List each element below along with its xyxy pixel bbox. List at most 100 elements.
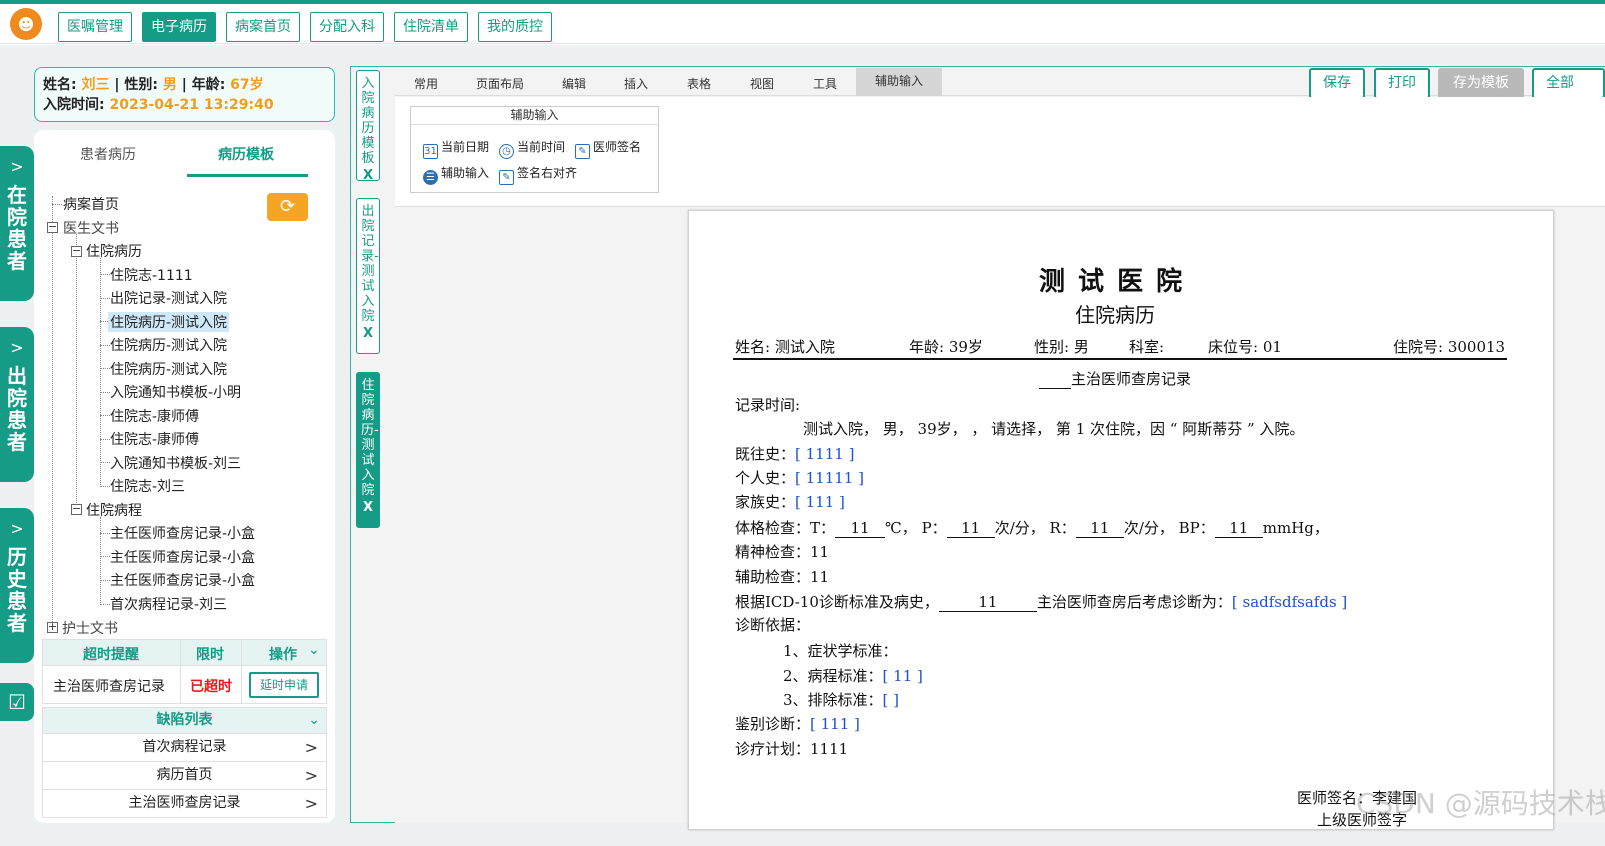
side-tab-history[interactable]: > 历史患者 [0,508,34,663]
tree-line [100,298,110,299]
list-item[interactable]: 首次病程记录 > [42,734,327,762]
record-time: 记录时间: [735,396,801,414]
user-avatar-icon[interactable]: ☻ [10,8,42,40]
input-field[interactable]: 11 [938,593,1037,612]
tree-node-template[interactable]: 主任医师查房记录-小盒 [110,523,255,543]
nav-tab-quality[interactable]: 我的质控 [478,12,552,42]
admit-label: 入院时间: [43,97,105,113]
tree-node-template-selected[interactable]: 住院病历-测试入院 [108,312,230,332]
blood-pressure-field[interactable]: 11 [1214,519,1263,538]
list-item[interactable]: 病历首页 > [42,762,327,790]
record-intro: 测试入院， 男， 39岁， ， 请选择， 第 1 次住院，因 “ 阿斯蒂芬 ” … [803,420,1305,438]
document-page[interactable]: 测 试 医 院 住院病历 姓名: 测试入院 年龄: 39岁 性别: 男 科室: … [688,210,1554,830]
chevron-down-icon[interactable]: ⌄ [308,642,320,658]
ribbon-tab-view[interactable]: 视图 [750,75,774,92]
tree-node-template[interactable]: 住院病历-测试入院 [110,359,227,379]
tree-node-template[interactable]: 主任医师查房记录-小盒 [110,547,255,567]
tree-line [100,556,110,557]
close-icon[interactable]: X [357,326,379,341]
expand-toggle-icon[interactable]: + [47,621,58,633]
nav-tab-case-home[interactable]: 病案首页 [226,12,300,42]
tree-node-template[interactable]: 住院病历-测试入院 [110,335,227,355]
chevron-right-icon: > [304,766,318,785]
ribbon-tab-table[interactable]: 表格 [687,75,711,92]
record-tab-discharge[interactable]: 出院记录-测试入院 X [356,198,380,354]
list-item[interactable]: 主治医师查房记录 > [42,790,327,818]
tree-node-template[interactable]: 入院通知书模板-刘三 [110,453,241,473]
respiration-field[interactable]: 11 [1075,519,1124,538]
ribbon-tab-aux-input[interactable]: 辅助输入 [856,68,943,96]
side-tab-inpatients[interactable]: > 在院患者 [0,146,34,301]
col-action[interactable]: 操作 [269,644,297,664]
tree-node-case-home[interactable]: 病案首页 [63,194,119,214]
ribbon-tab-layout[interactable]: 页面布局 [476,75,524,92]
tree-node-doctor-docs[interactable]: 医生文书 [63,218,119,238]
ribbon-tab-common[interactable]: 常用 [414,75,438,92]
select-all-button[interactable]: 全部 [1532,68,1605,99]
field-label: 根据ICD-10诊断标准及病史， [735,593,939,611]
tree-node-template[interactable]: 住院志-刘三 [110,476,185,496]
chevron-right-icon: > [304,794,318,813]
record-tab-label: 入院病历模板 [361,76,375,166]
defect-item-label: 病历首页 [156,767,213,783]
ribbon-tab-tools[interactable]: 工具 [813,75,837,92]
doctor-signature-button[interactable]: ✎ 医师签名 [575,138,641,159]
treatment-plan: 诊疗计划：1111 [735,740,849,758]
input-field[interactable]: [ sadfsdfsafds ] [1232,593,1347,611]
close-icon[interactable]: X [357,500,379,515]
print-button[interactable]: 打印 [1374,68,1430,99]
insert-date-button[interactable]: 31 当前日期 [423,138,489,159]
tree-node-nurse-docs[interactable]: 护士文书 [62,618,118,638]
input-field[interactable]: [ 11111 ] [795,469,864,487]
tree-node-template[interactable]: 首次病程记录-刘三 [110,594,227,614]
column-divider [241,640,242,665]
input-field[interactable]: [ 111 ] [810,715,860,733]
nav-tab-assign-dept[interactable]: 分配入科 [310,12,384,42]
nav-tab-emr[interactable]: 电子病历 [142,12,216,42]
blank-field[interactable] [1039,370,1071,389]
insert-time-button[interactable]: ◷ 当前时间 [499,138,565,159]
ribbon-tab-edit[interactable]: 编辑 [562,75,586,92]
tree-line [100,462,110,463]
save-button[interactable]: 保存 [1309,68,1365,99]
tab-patient-records[interactable]: 患者病历 [80,144,136,164]
tree-node-template[interactable]: 入院通知书模板-小明 [110,382,241,402]
input-field[interactable]: [ 111 ] [795,493,845,511]
extend-request-button[interactable]: 延时申请 [249,672,319,698]
refresh-icon[interactable]: ⟳ [267,193,308,221]
sign-right-align-button[interactable]: ✎ 签名右对齐 [499,164,577,185]
record-tab-admission-template[interactable]: 入院病历模板 X [356,70,380,183]
input-field[interactable]: [ 1111 ] [795,445,854,463]
table-row: 主治医师查房记录 已超时 延时申请 [42,666,327,704]
temperature-field[interactable]: 11 [835,519,886,538]
tree-node-inpatient-records[interactable]: 住院病历 [86,241,142,261]
tree-node-template[interactable]: 住院志-1111 [110,265,193,285]
collapse-toggle-icon[interactable]: − [71,245,82,257]
aux-input-button[interactable]: ☰ 辅助输入 [423,164,489,185]
collapse-toggle-icon[interactable]: − [47,221,58,233]
save-as-template-button[interactable]: 存为模板 [1438,68,1524,99]
tree-node-template[interactable]: 住院志-康师傅 [110,406,199,426]
chevron-right-icon: > [10,157,24,176]
input-field[interactable]: [ ] [883,691,899,709]
chevron-down-icon[interactable]: ⌄ [308,708,320,733]
tree-node-template[interactable]: 出院记录-测试入院 [110,288,227,308]
tab-record-templates[interactable]: 病历模板 [218,144,274,164]
input-field[interactable]: [ 11 ] [883,667,923,685]
tree-line [100,604,110,605]
age-label: | 年龄: [181,77,226,93]
tree-node-template[interactable]: 主任医师查房记录-小盒 [110,570,255,590]
nav-tab-orders[interactable]: 医嘱管理 [58,12,132,42]
side-tab-discharged[interactable]: > 出院患者 [0,327,34,482]
tree-node-progress-notes[interactable]: 住院病程 [86,500,142,520]
record-tab-inpatient[interactable]: 住院病历-测试入院 X [356,372,380,528]
timeout-alert-header: 超时提醒 限时 操作 ⌄ [42,639,327,666]
tree-node-template[interactable]: 住院志-康师傅 [110,429,199,449]
clipboard-check-icon[interactable]: ☑ [0,683,34,721]
nav-tab-inpatient-list[interactable]: 住院清单 [394,12,468,42]
pulse-field[interactable]: 11 [946,519,995,538]
collapse-toggle-icon[interactable]: − [71,503,82,515]
ribbon-tab-insert[interactable]: 插入 [624,75,648,92]
close-icon[interactable]: X [357,168,379,183]
defect-list-header[interactable]: 缺陷列表 ⌄ [42,707,327,734]
